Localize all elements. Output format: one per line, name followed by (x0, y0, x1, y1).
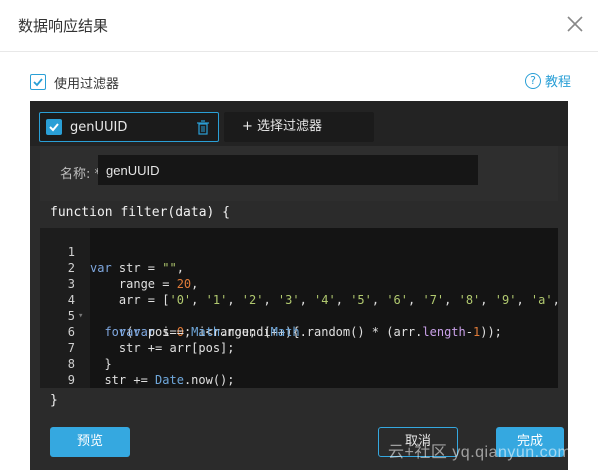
function-header: function filter(data) { (50, 205, 231, 220)
code-line: 8 str += Date.now(); (40, 340, 558, 387)
code-line: 1 var str = "", (40, 228, 558, 275)
function-footer: } (50, 393, 58, 408)
use-filter-checkbox[interactable] (30, 74, 46, 90)
name-input[interactable] (98, 155, 478, 185)
use-filter-row[interactable]: 使用过滤器 (30, 72, 119, 92)
code-line: 2 range = 20, (40, 244, 558, 291)
filter-tab-genuuid[interactable]: genUUID (39, 112, 219, 142)
code-line: 9 ▾ return [ (40, 356, 558, 387)
trash-icon[interactable] (196, 120, 210, 135)
dialog-header: 数据响应结果 (0, 0, 598, 52)
filter-tab-bar: genUUID + 选择过滤器 (30, 101, 568, 146)
tutorial-label: 教程 (545, 75, 572, 90)
code-line: 6 str += arr[pos]; (40, 308, 558, 355)
checkmark-icon (49, 123, 59, 132)
checkmark-icon (33, 78, 43, 87)
preview-button[interactable]: 预览 (50, 427, 130, 457)
code-line: 5 var pos = Math.round(Math.random() * (… (40, 292, 558, 339)
code-line: 4 ▾ for(var i=0; i<range; i++){ (40, 276, 558, 339)
filter-tab-checkbox[interactable] (46, 119, 62, 135)
code-editor[interactable]: 1 var str = "", 2 range = 20, 3 arr = ['… (40, 228, 558, 388)
dialog-title: 数据响应结果 (18, 17, 109, 35)
code-line: 3 arr = ['0', '1', '2', '3', '4', '5', '… (40, 260, 558, 307)
watermark: 云+社区 yq.qianyun.com (388, 444, 572, 461)
add-filter-button[interactable]: + 选择过滤器 (224, 112, 374, 142)
filter-panel: genUUID + 选择过滤器 名称: * function filter(da… (30, 101, 568, 470)
question-circle-icon: ? (525, 72, 541, 89)
close-icon[interactable] (565, 14, 585, 34)
code-line: 7 } (40, 324, 558, 371)
filter-tab-label: genUUID (70, 119, 128, 135)
code-line: 10 ▾ { (40, 372, 558, 388)
name-label: 名称: * (60, 167, 102, 182)
use-filter-label: 使用过滤器 (54, 76, 120, 92)
tutorial-link[interactable]: ? 教程 (525, 71, 571, 90)
name-area: 名称: * (40, 146, 558, 201)
